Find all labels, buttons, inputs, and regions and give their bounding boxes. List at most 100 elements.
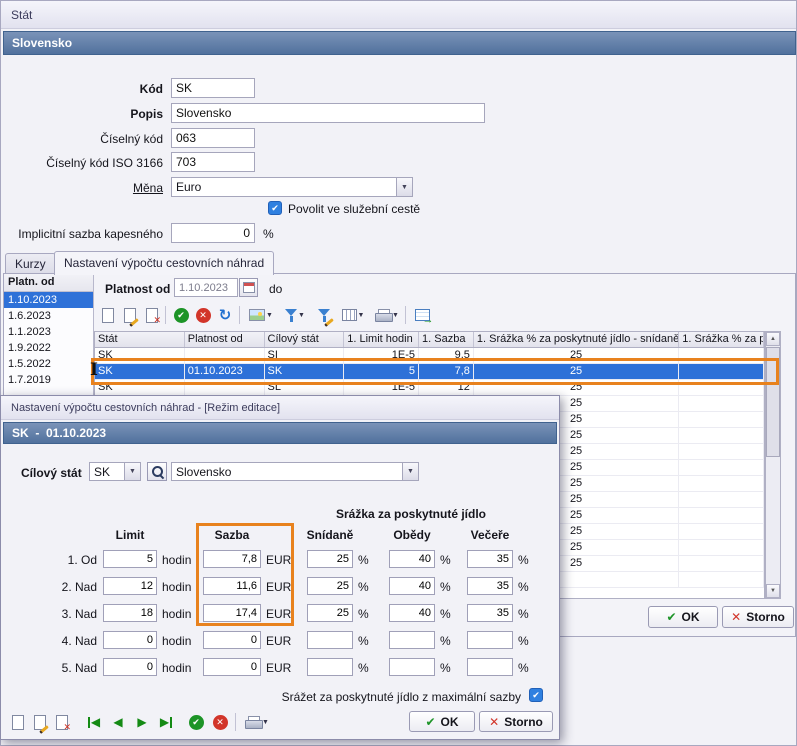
rate-input[interactable] (203, 658, 261, 676)
rate-input[interactable] (203, 631, 261, 649)
new-record-button[interactable] (7, 711, 29, 733)
first-record-button[interactable]: ◀ (83, 711, 105, 733)
validity-date-item[interactable]: 1.7.2019 (4, 372, 93, 388)
edit-record-button[interactable] (119, 304, 141, 326)
rate-input[interactable] (203, 604, 261, 622)
limit-hours-input[interactable] (103, 604, 157, 622)
column-header[interactable]: Platnost od (185, 332, 265, 347)
grid-row[interactable]: SKSL1E-51225 (95, 380, 764, 396)
target-country-code-combo[interactable]: SK ▼ (89, 462, 141, 481)
scroll-thumb[interactable] (766, 347, 780, 457)
dinner-deduction-input[interactable] (467, 658, 513, 676)
confirm-button[interactable]: ✔ (170, 304, 192, 326)
storno-button[interactable]: ✕ Storno (722, 606, 794, 628)
validity-date-item[interactable]: 1.5.2022 (4, 356, 93, 372)
delete-record-button[interactable]: ✕ (51, 711, 73, 733)
export-button[interactable]: → (411, 304, 433, 326)
limit-hours-input[interactable] (103, 550, 157, 568)
column-header[interactable]: 1. Srážka % za poskytnuté jídlo - snídan… (474, 332, 679, 347)
column-header[interactable]: 1. Sazba (419, 332, 474, 347)
cancel-button[interactable]: ✕ (209, 711, 231, 733)
dialog-titlebar[interactable]: Nastavení výpočtu cestovních náhrad - [R… (1, 396, 559, 420)
tab-travel-compensation[interactable]: Nastavení výpočtu cestovních náhrad (54, 251, 274, 275)
cancel-button[interactable]: ✕ (192, 304, 214, 326)
validity-date-item[interactable]: 1.10.2023 (4, 292, 93, 308)
lunch-deduction-input[interactable] (389, 604, 435, 622)
pocket-money-input[interactable] (171, 223, 255, 243)
chevron-down-icon: ▼ (266, 312, 273, 319)
grid-cell (185, 380, 265, 395)
dinner-deduction-input[interactable] (467, 577, 513, 595)
edit-record-button[interactable] (29, 711, 51, 733)
columns-menu-button[interactable]: ▼ (337, 304, 369, 326)
column-header[interactable]: Stát (95, 332, 185, 347)
print-menu-button[interactable]: ▼ (371, 304, 403, 326)
validity-column-header[interactable]: Platn. od (4, 274, 94, 292)
breakfast-deduction-input[interactable] (307, 604, 353, 622)
max-rate-checkbox[interactable]: ✔ (529, 688, 543, 702)
breakfast-column-header: Snídaně (290, 528, 370, 542)
grid-scrollbar[interactable]: ▲ ▼ (765, 331, 781, 599)
dialog-ok-button[interactable]: ✔ OK (409, 711, 475, 732)
scroll-up-button[interactable]: ▲ (766, 332, 780, 346)
dialog-title: Nastavení výpočtu cestovních náhrad - [R… (11, 402, 280, 414)
currency-label[interactable]: Měna (5, 181, 163, 195)
breakfast-deduction-input[interactable] (307, 631, 353, 649)
description-input[interactable] (171, 103, 485, 123)
tab-kurzy[interactable]: Kurzy (5, 253, 56, 274)
limit-hours-input[interactable] (103, 577, 157, 595)
column-header[interactable]: 1. Limit hodin (344, 332, 419, 347)
column-header[interactable]: Cílový stát (265, 332, 345, 347)
lunch-deduction-input[interactable] (389, 658, 435, 676)
rate-input[interactable] (203, 577, 261, 595)
previous-record-button[interactable]: ◀ (107, 711, 129, 733)
ok-button[interactable]: ✔ OK (648, 606, 718, 628)
limit-hours-input[interactable] (103, 658, 157, 676)
lookup-button[interactable] (147, 462, 167, 481)
filter-menu-button[interactable]: ▼ (279, 304, 311, 326)
window-titlebar[interactable]: Stát (1, 1, 796, 29)
dinner-deduction-input[interactable] (467, 550, 513, 568)
confirm-button[interactable]: ✔ (185, 711, 207, 733)
chevron-down-icon[interactable]: ▼ (396, 178, 412, 196)
rate-column-header: Sazba (192, 528, 272, 542)
new-record-button[interactable] (97, 304, 119, 326)
chevron-down-icon[interactable]: ▼ (124, 463, 140, 480)
calendar-button[interactable] (239, 278, 258, 297)
validity-date-item[interactable]: 1.9.2022 (4, 340, 93, 356)
breakfast-deduction-input[interactable] (307, 550, 353, 568)
iso-code-input[interactable] (171, 152, 255, 172)
currency-combo[interactable]: Euro ▼ (171, 177, 413, 197)
target-country-name-combo[interactable]: Slovensko ▼ (171, 462, 419, 481)
grid-row[interactable]: SKSI1E-59,525 (95, 348, 764, 364)
code-input[interactable] (171, 78, 255, 98)
numeric-code-input[interactable] (171, 128, 255, 148)
scroll-down-button[interactable]: ▼ (766, 584, 780, 598)
grid-row[interactable]: SK01.10.2023SK57,825 (95, 364, 764, 380)
lunch-deduction-input[interactable] (389, 577, 435, 595)
filter-edit-button[interactable] (313, 304, 335, 326)
dialog-storno-button[interactable]: ✕ Storno (479, 711, 553, 732)
validity-date-item[interactable]: 1.1.2023 (4, 324, 93, 340)
dinner-deduction-input[interactable] (467, 604, 513, 622)
lunch-deduction-input[interactable] (389, 550, 435, 568)
chevron-down-icon[interactable]: ▼ (402, 463, 418, 480)
limit-hours-input[interactable] (103, 631, 157, 649)
last-record-button[interactable]: ▶ (155, 711, 177, 733)
rate-row-label: 2. Nad (31, 580, 97, 594)
allow-business-trip-checkbox[interactable]: ✔ (268, 201, 282, 215)
column-header[interactable]: 1. Srážka % za pos (679, 332, 764, 347)
delete-record-button[interactable]: ✕ (141, 304, 163, 326)
print-menu-button[interactable]: ▼ (241, 711, 273, 733)
next-record-button[interactable]: ▶ (131, 711, 153, 733)
rate-input[interactable] (203, 550, 261, 568)
breakfast-deduction-input[interactable] (307, 658, 353, 676)
appearance-menu-button[interactable]: ▼ (245, 304, 277, 326)
dinner-deduction-input[interactable] (467, 631, 513, 649)
filter-validity-input[interactable] (174, 278, 238, 297)
breakfast-deduction-input[interactable] (307, 577, 353, 595)
refresh-button[interactable]: ↻ (214, 304, 236, 326)
lunch-deduction-input[interactable] (389, 631, 435, 649)
percent-label: % (358, 607, 369, 621)
validity-date-item[interactable]: 1.6.2023 (4, 308, 93, 324)
